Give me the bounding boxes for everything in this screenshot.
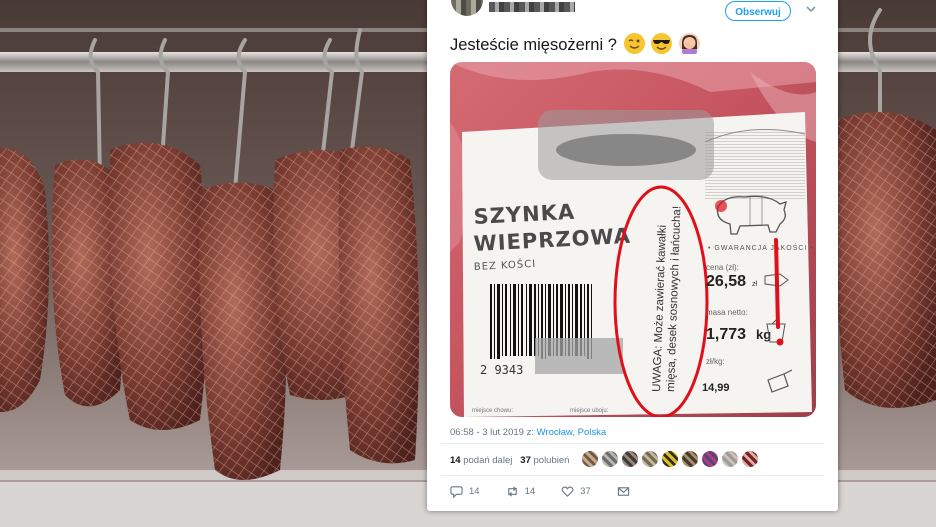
avatar[interactable] — [702, 451, 718, 467]
tweet-text-body: Jesteście mięsożerni ? — [450, 36, 622, 54]
likes-label: polubień — [530, 455, 570, 466]
tweet-timestamp[interactable]: 06:58 - 3 lut 2019 z: — [450, 427, 537, 438]
retweets-label: podań dalej — [460, 455, 513, 466]
reply-icon — [450, 485, 463, 498]
liker-avatars — [582, 450, 812, 468]
retweet-icon — [507, 485, 517, 497]
tweet-text: Jesteście mięsożerni ? — [450, 33, 700, 55]
slaughter-label: miejsce uboju: — [570, 408, 609, 414]
avatar[interactable] — [682, 451, 698, 467]
exclamation-text: ! — [450, 62, 451, 63]
follow-button[interactable]: Obserwuj — [725, 1, 791, 21]
tweet-photo[interactable]: SZYNKA WIEPRZOWA BEZ KOŚCI 2 9343 UWAGA:… — [450, 62, 816, 417]
winking-face-icon — [623, 33, 645, 54]
blurred-username[interactable] — [489, 2, 575, 12]
per-kg-label: zł/kg: — [706, 357, 725, 366]
retweet-button[interactable]: 14 — [506, 485, 536, 498]
tweet-meta: 06:58 - 3 lut 2019 z: Wrocław, Polska — [450, 427, 606, 438]
red-exclamation-mark — [774, 238, 780, 329]
tweet-stats: 14 podań dalej 37 polubień — [450, 455, 569, 466]
avatar[interactable] — [742, 451, 758, 467]
avatar[interactable] — [451, 0, 483, 16]
tweet-card: Obserwuj Jesteście mięsożerni ? SZYNKA W… — [427, 0, 838, 511]
avatar[interactable] — [622, 451, 638, 467]
avatar[interactable] — [582, 451, 598, 467]
origin-label: miejsce chowu: — [472, 408, 513, 414]
avatar[interactable] — [662, 451, 678, 467]
tweet-actions: 14 14 37 — [450, 483, 656, 499]
retweets-count: 14 — [450, 455, 461, 466]
chevron-down-icon[interactable] — [804, 4, 818, 18]
retweets-stat[interactable]: 14 podań dalej — [450, 455, 512, 466]
price-value: 26,58 — [706, 273, 746, 290]
weight-value: 1,773 — [706, 326, 746, 343]
barcode-digits: 2 9343 — [480, 363, 523, 377]
price-label: cena (zł): — [706, 263, 739, 272]
likes-count: 37 — [520, 455, 531, 466]
divider — [441, 443, 824, 444]
price-unit: zł — [752, 281, 758, 288]
retweet-count: 14 — [524, 485, 536, 497]
blurred-number — [535, 338, 623, 374]
woman-facepalming-icon — [678, 33, 700, 54]
envelope-icon — [617, 486, 629, 496]
per-kg-value: 14,99 — [702, 382, 730, 394]
weight-label: masa netto: — [706, 308, 748, 317]
divider — [441, 475, 824, 476]
direct-message-button[interactable] — [617, 485, 630, 498]
heart-icon — [561, 486, 574, 497]
avatar[interactable] — [602, 451, 618, 467]
guarantee-text: • GWARANCJA JAKOŚCI • — [708, 243, 814, 252]
reply-button[interactable]: 14 — [450, 485, 480, 498]
reply-count: 14 — [469, 485, 480, 497]
like-count: 37 — [580, 485, 591, 497]
tweet-location-link[interactable]: Wrocław, Polska — [537, 427, 607, 438]
like-button[interactable]: 37 — [561, 485, 591, 498]
avatar[interactable] — [642, 451, 658, 467]
likes-stat[interactable]: 37 polubień — [520, 455, 569, 466]
smiling-face-with-sunglasses-icon — [651, 33, 673, 54]
avatar[interactable] — [722, 451, 738, 467]
